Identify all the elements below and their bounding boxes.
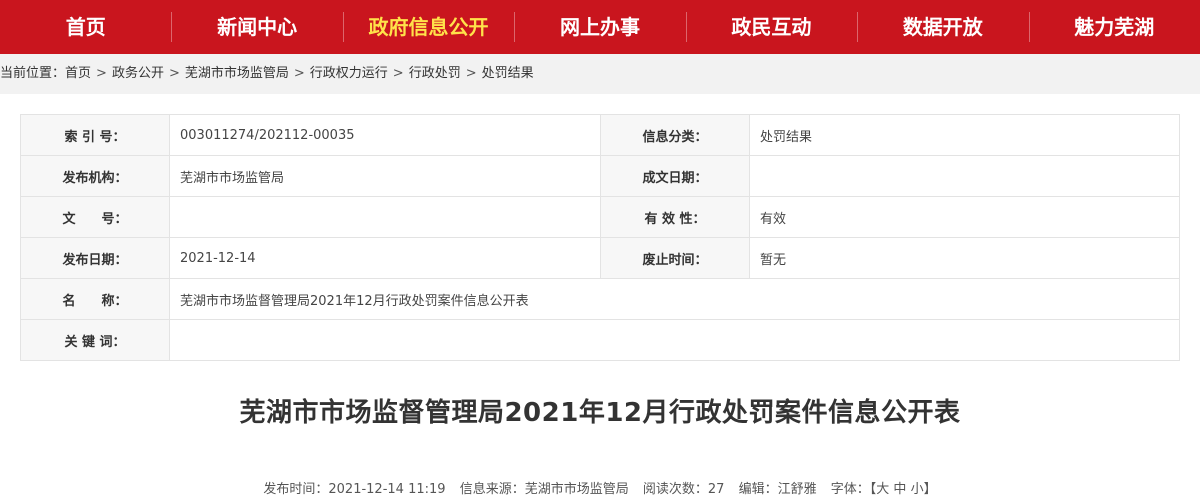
nav-item-home[interactable]: 首页 (0, 0, 171, 54)
article-meta: 发布时间：2021-12-14 11:19 信息来源：芜湖市市场监管局 阅读次数… (0, 478, 1200, 497)
name-label: 名 称： (20, 278, 170, 320)
publisher-label: 发布机构： (20, 155, 170, 197)
doc-no-label: 文 号： (20, 196, 170, 238)
table-row: 名 称： 芜湖市市场监督管理局2021年12月行政处罚案件信息公开表 (20, 278, 1180, 320)
top-nav: 首页 新闻中心 政府信息公开 网上办事 政民互动 数据开放 魅力芜湖 (0, 0, 1200, 54)
nav-item-gov-info[interactable]: 政府信息公开 (342, 0, 514, 54)
source-value: 芜湖市市场监管局 (524, 482, 629, 497)
font-bracket-close: 】 (923, 482, 937, 497)
expiry-label: 废止时间： (600, 237, 750, 279)
nav-item-interaction[interactable]: 政民互动 (685, 0, 857, 54)
name-value: 芜湖市市场监督管理局2021年12月行政处罚案件信息公开表 (169, 278, 1180, 320)
breadcrumb-separator: > (168, 66, 180, 81)
publish-time-label: 发布时间： (263, 482, 329, 497)
breadcrumb: 当前位置：首页 > 政务公开 > 芜湖市市场监管局 > 行政权力运行 > 行政处罚 > 处罚结果 (0, 54, 1200, 94)
keywords-label: 关 键 词： (20, 319, 170, 361)
views-label: 阅读次数： (642, 482, 708, 497)
breadcrumb-separator: > (465, 66, 477, 81)
breadcrumb-item-gov-affairs[interactable]: 政务公开 (112, 66, 164, 81)
table-row: 文 号： 有 效 性： 有效 (20, 196, 1180, 238)
breadcrumb-item-penalty[interactable]: 行政处罚 (409, 66, 461, 81)
nav-item-open-data[interactable]: 数据开放 (857, 0, 1028, 54)
font-small-button[interactable]: 小 (911, 482, 924, 497)
nav-item-charm-wuhu[interactable]: 魅力芜湖 (1028, 0, 1200, 54)
table-row: 索 引 号： 003011274/202112-00035 信息分类： 处罚结果 (20, 114, 1180, 156)
font-size-label: 字体： (830, 482, 870, 497)
editor-value: 江舒雅 (777, 482, 817, 497)
validity-label: 有 效 性： (600, 196, 750, 238)
keywords-value (169, 319, 1180, 361)
expiry-value: 暂无 (749, 237, 1180, 279)
article-title: 芜湖市市场监督管理局2021年12月行政处罚案件信息公开表 (239, 398, 961, 428)
font-medium-button[interactable]: 中 (893, 482, 906, 497)
views-value: 27 (707, 482, 725, 497)
nav-item-news[interactable]: 新闻中心 (171, 0, 342, 54)
editor-label: 编辑： (738, 482, 778, 497)
breadcrumb-separator: > (96, 66, 107, 81)
font-large-button[interactable]: 大 (876, 482, 889, 497)
index-label: 索 引 号： (20, 114, 170, 156)
nav-item-online-service[interactable]: 网上办事 (514, 0, 685, 54)
category-label: 信息分类： (600, 114, 750, 156)
category-value: 处罚结果 (749, 114, 1180, 156)
validity-value: 有效 (749, 196, 1180, 238)
written-date-value (749, 155, 1180, 197)
breadcrumb-item-market-bureau[interactable]: 芜湖市市场监管局 (185, 66, 289, 81)
table-row: 发布机构： 芜湖市市场监管局 成文日期： (20, 155, 1180, 197)
table-row: 关 键 词： (20, 319, 1180, 361)
table-row: 发布日期： 2021-12-14 废止时间： 暂无 (20, 237, 1180, 279)
doc-no-value (169, 196, 601, 238)
info-table: 索 引 号： 003011274/202112-00035 信息分类： 处罚结果… (20, 114, 1180, 361)
breadcrumb-prefix: 当前位置： (0, 66, 66, 81)
breadcrumb-separator: > (293, 66, 305, 81)
breadcrumb-item-penalty-result[interactable]: 处罚结果 (482, 66, 534, 81)
publish-date-value: 2021-12-14 (169, 237, 601, 279)
breadcrumb-item-home[interactable]: 首页 (65, 66, 91, 81)
source-label: 信息来源： (459, 482, 525, 497)
index-value: 003011274/202112-00035 (169, 114, 601, 156)
breadcrumb-item-admin-power[interactable]: 行政权力运行 (310, 66, 388, 81)
written-date-label: 成文日期： (600, 155, 750, 197)
breadcrumb-separator: > (392, 66, 404, 81)
publish-time-value: 2021-12-14 11:19 (328, 482, 446, 497)
publisher-value: 芜湖市市场监管局 (169, 155, 601, 197)
publish-date-label: 发布日期： (20, 237, 170, 279)
